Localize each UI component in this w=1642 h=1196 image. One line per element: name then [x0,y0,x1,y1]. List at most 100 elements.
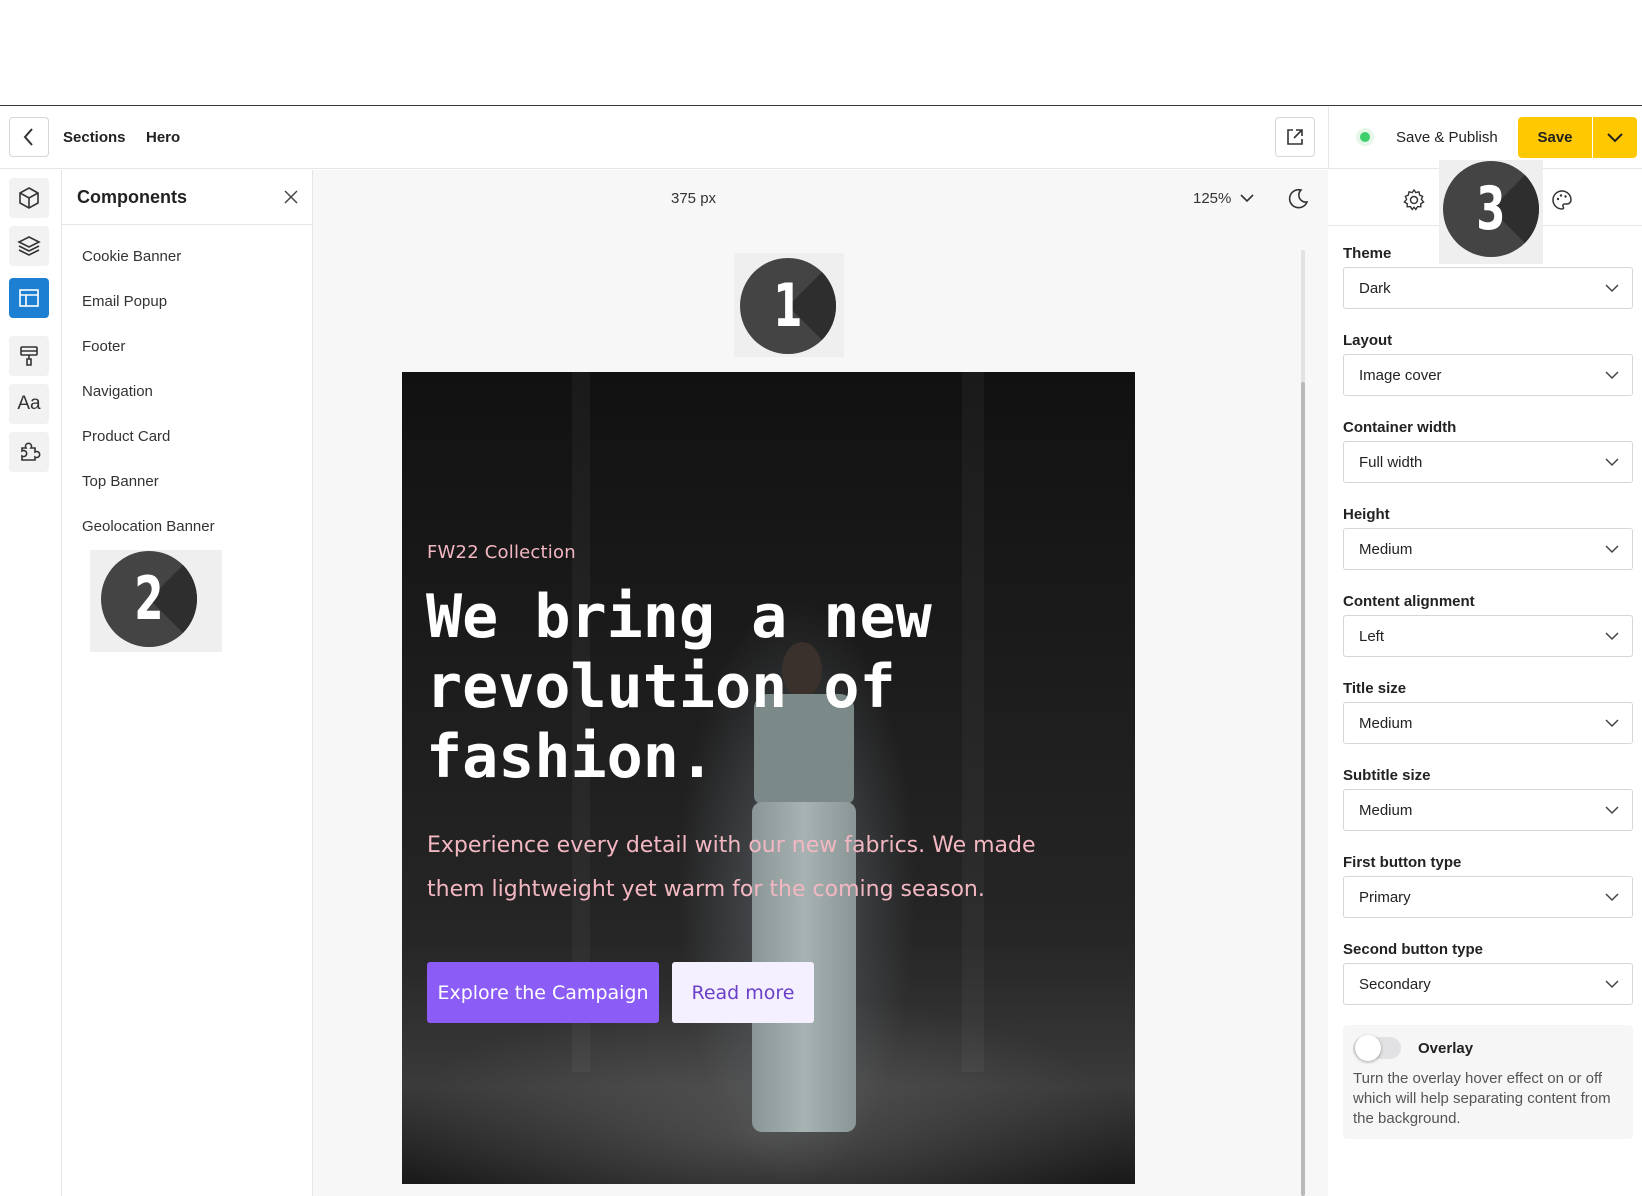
overlay-setting: Overlay Turn the overlay hover effect on… [1343,1025,1633,1139]
palette-icon[interactable] [1550,188,1574,212]
gear-icon[interactable] [1402,188,1426,212]
second-button-type-select[interactable]: Secondary [1343,963,1633,1005]
components-header: Components [62,170,312,225]
layout-icon [19,289,39,307]
chevron-down-icon [1605,284,1619,293]
editor-header: Sections Hero Save & Publish Save [0,107,1642,169]
chevron-down-icon [1605,545,1619,554]
back-button[interactable] [9,117,49,157]
typography-icon: Aa [17,393,41,414]
components-title: Components [77,187,187,207]
cube-icon [19,187,39,209]
step-badge-1-number: 1 [773,271,803,341]
hero-subtitle[interactable]: Experience every detail with our new fab… [427,824,1047,912]
overlay-toggle-knob[interactable] [1355,1035,1381,1061]
component-item-footer[interactable]: Footer [82,338,125,355]
rail-item-components[interactable] [9,178,49,218]
layout-value: Image cover [1359,367,1442,384]
content-alignment-value: Left [1359,628,1385,645]
settings-panel: 3 Theme Dark Layout Image cover Containe… [1328,160,1642,1196]
title-size-select[interactable]: Medium [1343,702,1633,744]
icon-rail: Aa [0,170,62,1196]
chevron-down-icon [1605,458,1619,467]
component-item-cookie-banner[interactable]: Cookie Banner [82,248,181,265]
second-button-type-value: Secondary [1359,976,1431,993]
height-value: Medium [1359,541,1413,558]
zoom-select[interactable]: 125% [1193,190,1231,207]
component-item-email-popup[interactable]: Email Popup [82,293,167,310]
rail-item-typography[interactable]: Aa [9,384,49,424]
chevron-down-icon [1605,893,1619,902]
content-alignment-select[interactable]: Left [1343,615,1633,657]
hero-section-preview[interactable]: FW22 Collection We bring a new revolutio… [402,372,1135,1184]
component-item-navigation[interactable]: Navigation [82,383,153,400]
breadcrumb-sections[interactable]: Sections [63,129,126,146]
header-divider [1328,107,1329,169]
open-preview-button[interactable] [1275,117,1315,157]
rail-item-sections[interactable] [9,278,49,318]
height-select[interactable]: Medium [1343,528,1633,570]
chevron-down-icon [1605,980,1619,989]
layers-icon [17,236,41,256]
theme-value: Dark [1359,280,1391,297]
step-badge-3: 3 [1443,161,1539,257]
explore-campaign-label: Explore the Campaign [437,981,649,1004]
subtitle-size-label: Subtitle size [1343,767,1431,784]
container-width-select[interactable]: Full width [1343,441,1633,483]
chevron-down-icon [1605,806,1619,815]
subtitle-size-value: Medium [1359,802,1413,819]
chevron-down-icon [1605,719,1619,728]
first-button-type-select[interactable]: Primary [1343,876,1633,918]
canvas-scrollbar-thumb[interactable] [1301,382,1305,1196]
rail-item-styles[interactable] [9,336,49,376]
save-options-button[interactable] [1593,117,1637,158]
hero-title[interactable]: We bring a new revolution of fashion. [426,582,986,792]
step-badge-2-number: 2 [134,564,164,634]
content-alignment-label: Content alignment [1343,593,1475,610]
preview-canvas: 375 px 125% 1 FW22 Collection We bring a… [313,170,1328,1196]
chevron-down-icon [1607,132,1623,142]
breadcrumb-hero: Hero [146,129,181,146]
component-item-geolocation-banner[interactable]: Geolocation Banner [82,518,215,535]
subtitle-size-select[interactable]: Medium [1343,789,1633,831]
first-button-type-label: First button type [1343,854,1462,871]
save-button[interactable]: Save [1518,117,1592,158]
status-dot-icon [1360,132,1370,142]
component-item-product-card[interactable]: Product Card [82,428,170,445]
chevron-down-icon[interactable] [1239,192,1255,204]
close-components-button[interactable] [280,186,302,208]
component-item-top-banner[interactable]: Top Banner [82,473,159,490]
read-more-button[interactable]: Read more [672,962,814,1023]
theme-select[interactable]: Dark [1343,267,1633,309]
title-size-value: Medium [1359,715,1413,732]
second-button-type-label: Second button type [1343,941,1483,958]
top-blank-area [0,0,1642,106]
rail-item-plugins[interactable] [9,432,49,472]
puzzle-icon [21,442,41,461]
step-badge-1: 1 [740,258,836,354]
chevron-down-icon [1605,371,1619,380]
layout-label: Layout [1343,332,1393,349]
components-panel: Components Cookie Banner Email Popup Foo… [62,170,313,1196]
read-more-label: Read more [691,981,795,1004]
container-width-value: Full width [1359,454,1423,471]
first-button-type-value: Primary [1359,889,1411,906]
container-width-label: Container width [1343,419,1457,436]
close-icon [284,190,298,204]
layout-select[interactable]: Image cover [1343,354,1633,396]
hero-eyebrow[interactable]: FW22 Collection [427,542,576,563]
save-publish-button[interactable]: Save & Publish [1396,129,1498,146]
settings-tabs: 3 [1328,160,1642,264]
paint-roller-icon [20,346,38,366]
overlay-description: Turn the overlay hover effect on or off … [1353,1070,1611,1127]
moon-icon[interactable] [1286,187,1310,211]
theme-label: Theme [1343,245,1392,262]
height-label: Height [1343,506,1390,523]
explore-campaign-button[interactable]: Explore the Campaign [427,962,659,1023]
title-size-label: Title size [1343,680,1407,697]
chevron-down-icon [1605,632,1619,641]
viewport-width-label: 375 px [671,190,717,207]
external-link-icon [1287,129,1303,145]
rail-item-layers[interactable] [9,226,49,266]
chevron-left-icon [23,128,33,146]
